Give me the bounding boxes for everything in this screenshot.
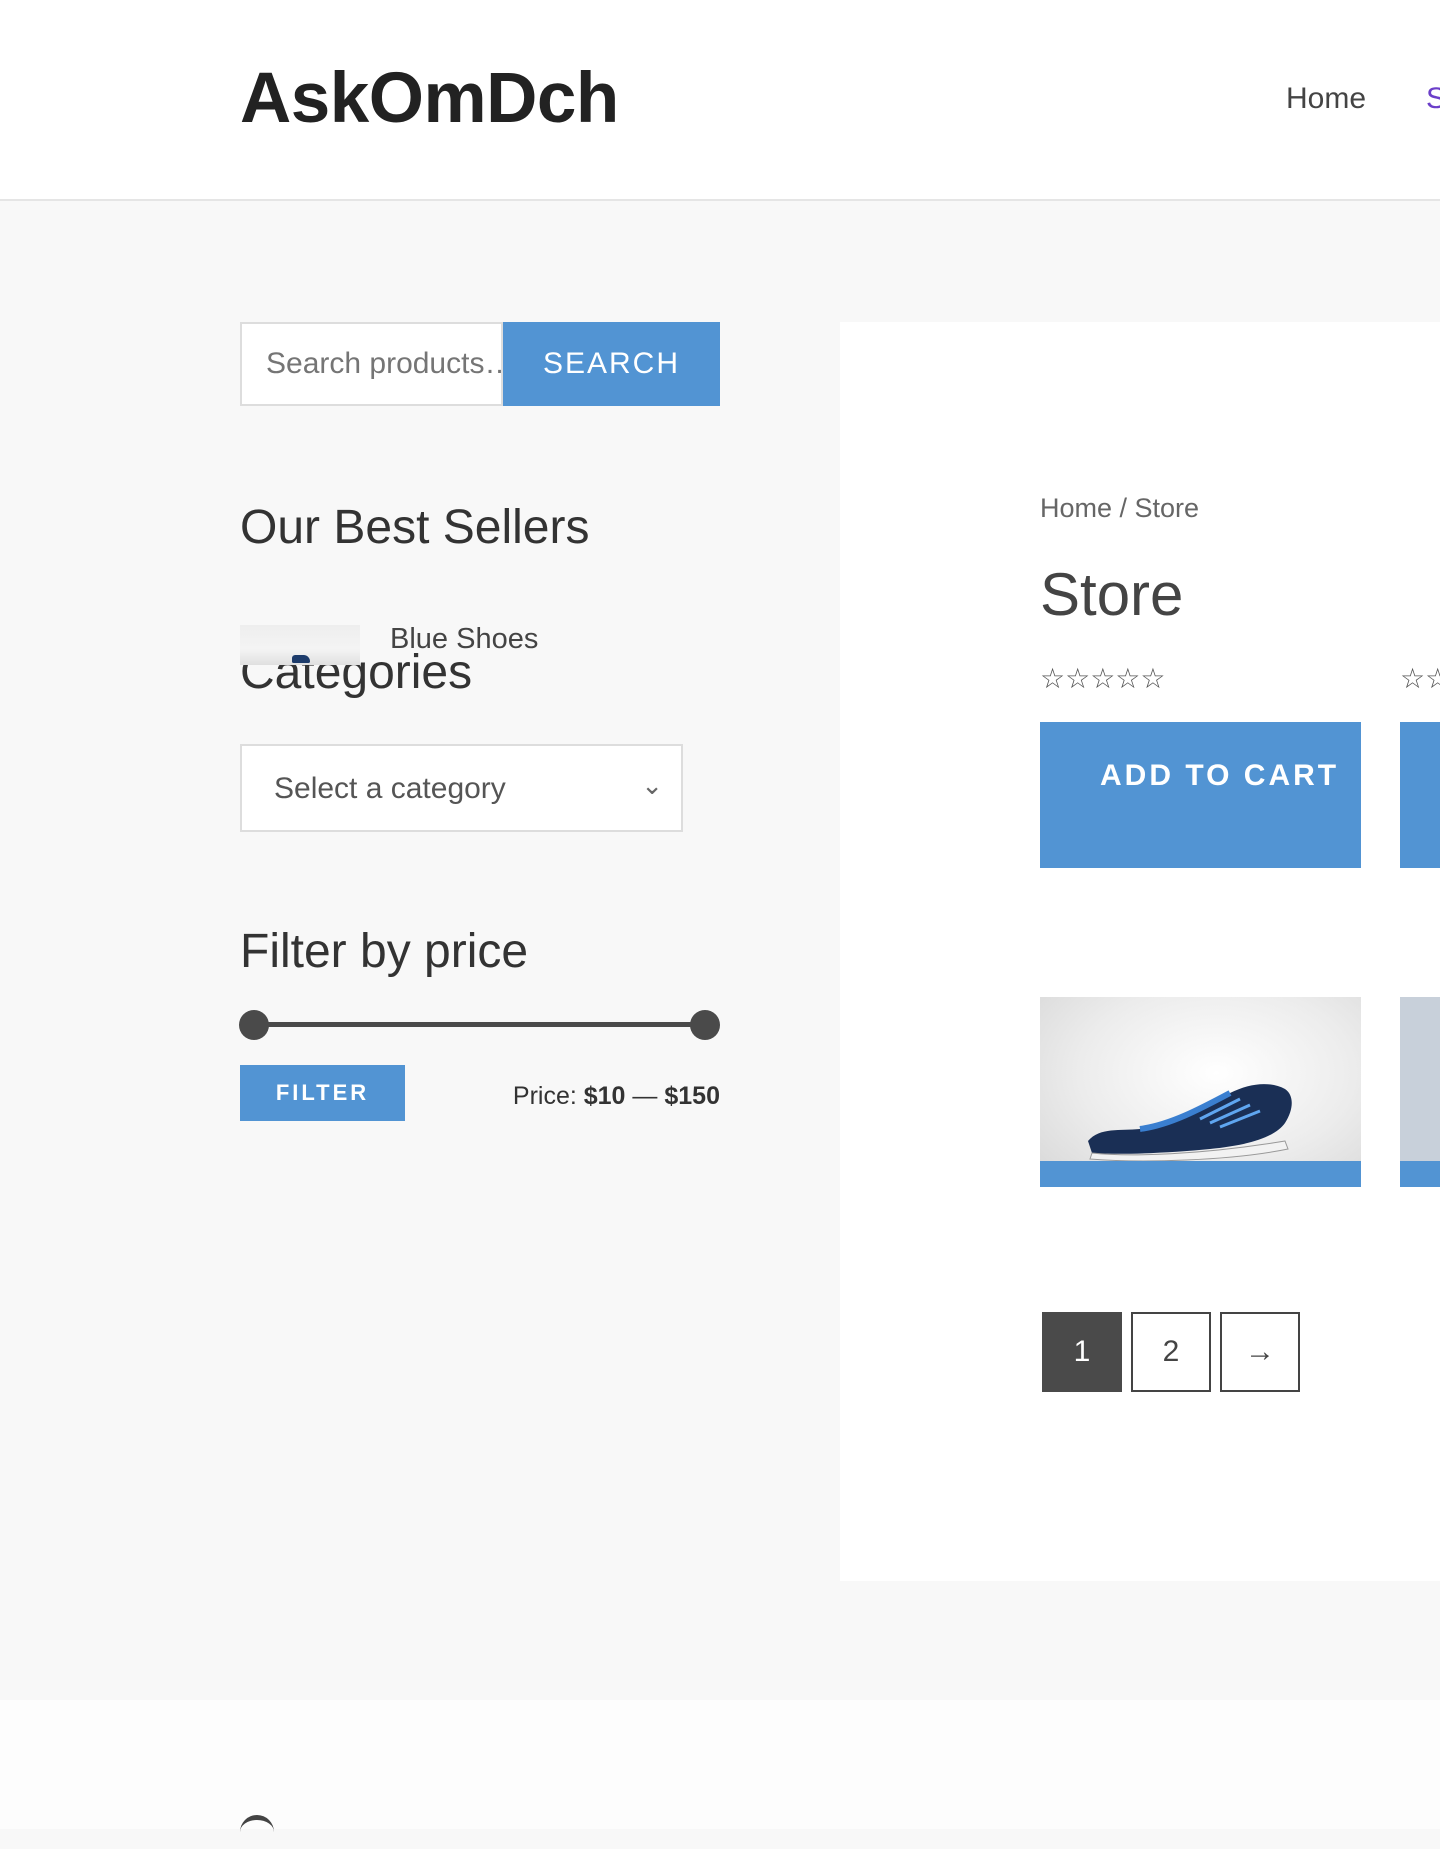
price-max: $150 — [664, 1082, 720, 1110]
price-prefix: Price: — [512, 1082, 577, 1110]
best-seller-thumbnail[interactable] — [240, 625, 360, 665]
pagination-page-2[interactable]: 2 — [1131, 1312, 1211, 1392]
nav-item-home[interactable]: Home — [1286, 82, 1366, 116]
category-select-value: Select a category — [274, 772, 506, 805]
price-separator: — — [632, 1082, 658, 1110]
product-image-overlay-bar — [1040, 1161, 1361, 1187]
price-min: $10 — [583, 1082, 626, 1110]
pagination-next-arrow-icon[interactable]: → — [1220, 1312, 1300, 1392]
add-to-cart-button[interactable] — [1400, 722, 1440, 868]
filter-button[interactable]: FILTER — [240, 1065, 405, 1121]
shoe-image — [292, 655, 310, 663]
price-slider-track[interactable] — [253, 1022, 705, 1027]
pagination-page-1[interactable]: 1 — [1042, 1312, 1122, 1392]
best-seller-item-label[interactable]: Blue Shoes — [390, 623, 538, 656]
shoe-image — [1088, 1084, 1292, 1161]
filter-by-price-title: Filter by price — [240, 925, 529, 978]
chevron-down-icon: ⌄ — [641, 770, 663, 800]
price-slider-max-handle[interactable] — [690, 1010, 720, 1040]
price-range-label: Price: $10 — $150 — [513, 1082, 720, 1111]
product-rating-stars: ☆☆☆☆☆ — [1040, 663, 1166, 694]
search-input[interactable] — [240, 322, 503, 406]
add-to-cart-button[interactable]: ADD TO CART — [1040, 722, 1361, 868]
product-image-overlay-bar — [1400, 1161, 1440, 1187]
category-select[interactable]: Select a category ⌄ — [240, 744, 683, 832]
search-button[interactable]: SEARCH — [503, 322, 720, 406]
product-image[interactable] — [1040, 997, 1361, 1187]
page-title: Store — [1040, 561, 1184, 628]
product-image[interactable] — [1400, 997, 1440, 1187]
nav-item-store[interactable]: S — [1426, 82, 1440, 116]
product-rating-stars: ☆☆ — [1400, 663, 1440, 694]
site-header: AskOmDch Home S — [0, 0, 1440, 201]
site-title[interactable]: AskOmDch — [240, 58, 619, 139]
best-sellers-title: Our Best Sellers — [240, 501, 590, 554]
breadcrumb[interactable]: Home / Store — [1040, 493, 1199, 524]
footer-heading-partial — [240, 1815, 274, 1849]
footer — [0, 1700, 1440, 1829]
price-slider-min-handle[interactable] — [239, 1010, 269, 1040]
